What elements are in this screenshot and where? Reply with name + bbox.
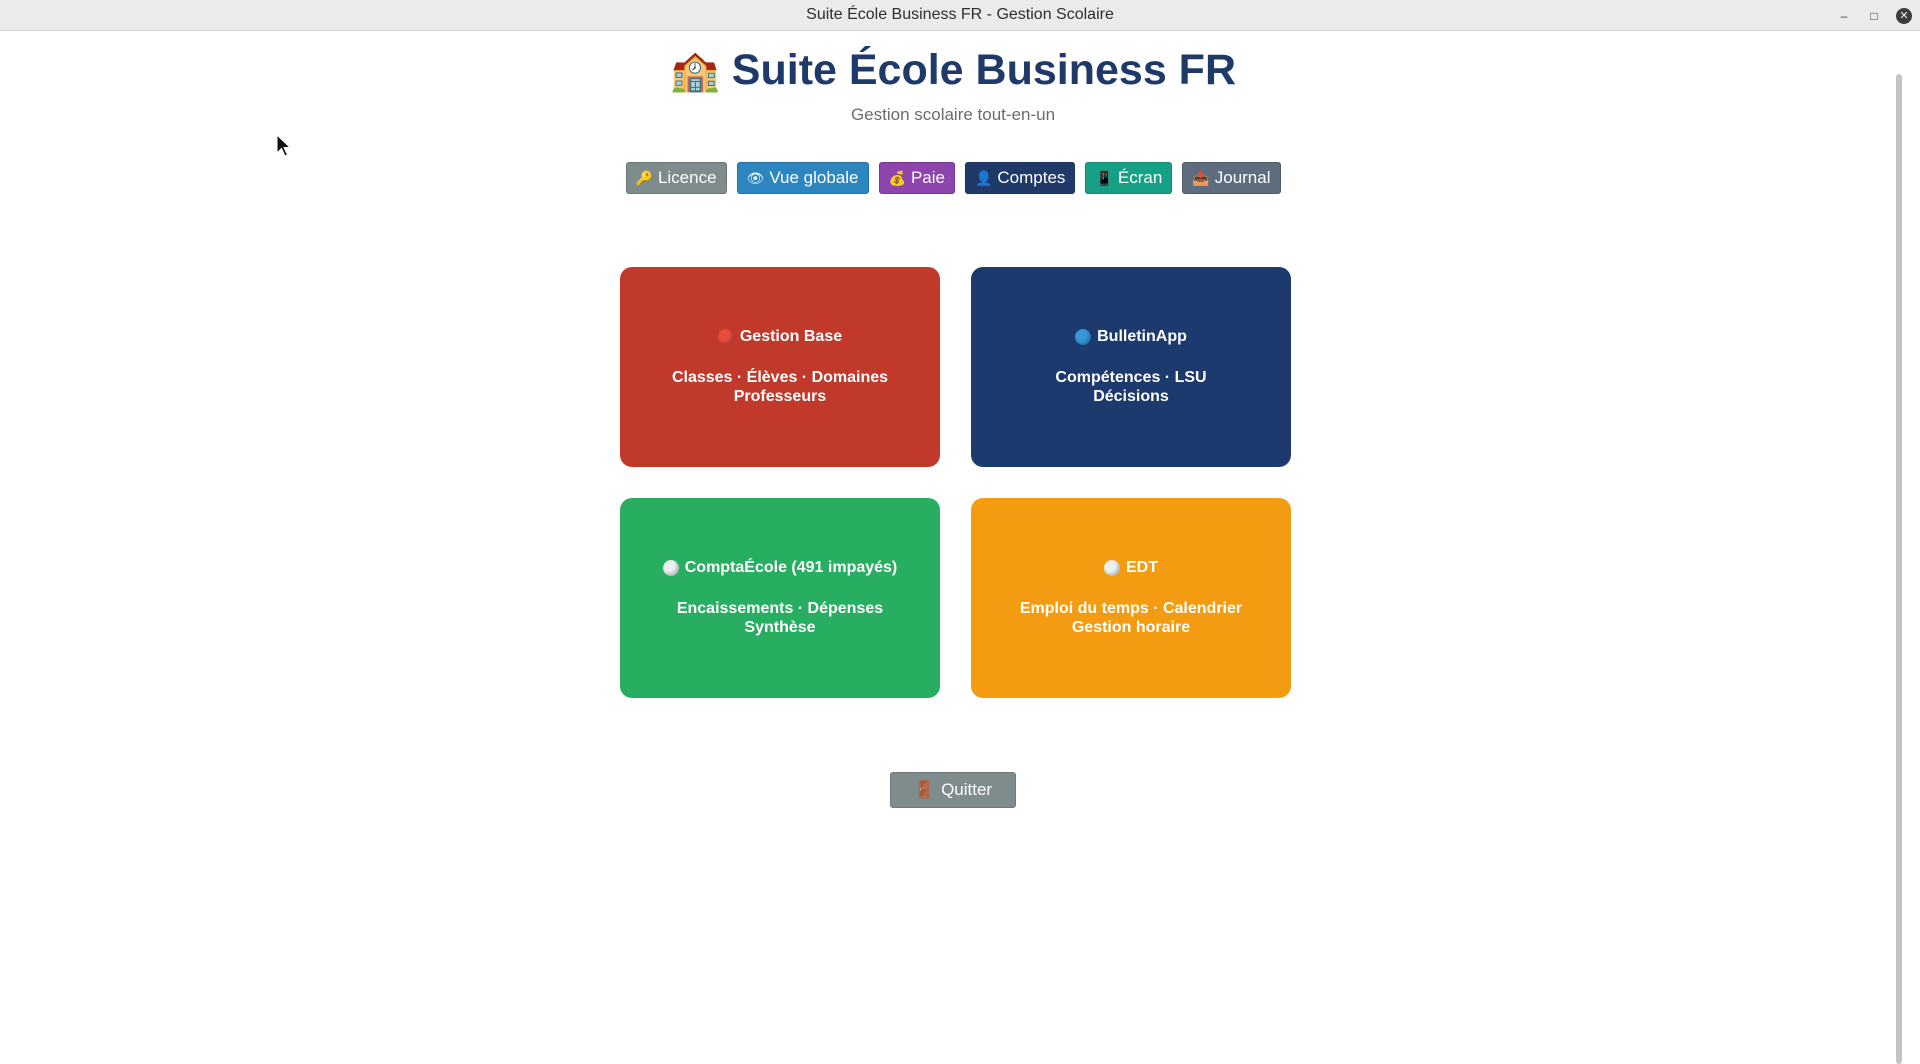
tile-line: Emploi du temps · Calendrier: [1019, 600, 1243, 617]
tile-title-text: BulletinApp: [1097, 328, 1187, 345]
school-icon: 🏫: [669, 49, 720, 93]
ecran-button[interactable]: 📱 Écran: [1085, 162, 1173, 194]
tile-edt[interactable]: EDT Emploi du temps · Calendrier Gestion…: [971, 498, 1291, 698]
window-titlebar: Suite École Business FR - Gestion Scolai…: [0, 0, 1920, 31]
tile-line: Synthèse: [744, 619, 816, 636]
tile-title-text: EDT: [1126, 559, 1158, 576]
tile-description: Classes · Élèves · Domaines Professeurs: [672, 368, 888, 406]
close-icon[interactable]: ✕: [1896, 7, 1912, 24]
tile-line: Professeurs: [733, 388, 827, 405]
tile-line: Gestion horaire: [1071, 619, 1191, 636]
outbox-icon: 📤: [1192, 169, 1210, 186]
header: 🏫 Suite École Business FR Gestion scolai…: [0, 46, 1906, 125]
tile-description: Emploi du temps · Calendrier Gestion hor…: [1020, 599, 1242, 637]
user-icon: 👤: [974, 169, 993, 186]
door-icon: 🚪: [913, 780, 936, 799]
comptes-button[interactable]: 👤 Comptes: [964, 162, 1076, 194]
comptes-button-label: Comptes: [997, 168, 1066, 187]
tile-description: Encaissements · Dépenses Synthèse: [677, 599, 883, 637]
red-circle-icon: [717, 329, 734, 345]
module-tiles: Gestion Base Classes · Élèves · Domaines…: [620, 267, 1291, 698]
money-bag-icon: 💰: [888, 169, 906, 186]
tile-comptaecole-title: ComptaÉcole (491 impayés): [662, 559, 898, 577]
tile-line: Encaissements · Dépenses: [676, 600, 884, 617]
phone-icon: 📱: [1095, 169, 1113, 186]
vue-globale-button-label: Vue globale: [769, 168, 859, 187]
tile-title-text: Gestion Base: [739, 328, 843, 345]
tile-line: Compétences · LSU: [1055, 369, 1207, 386]
ecran-button-label: Écran: [1117, 168, 1163, 187]
mouse-cursor-icon: [276, 134, 292, 157]
window-controls: – □ ✕: [1836, 0, 1912, 31]
vue-globale-button[interactable]: 👁 Vue globale: [736, 162, 869, 194]
tile-gestion-base-title: Gestion Base: [717, 328, 843, 346]
tile-title-text: ComptaÉcole (491 impayés): [684, 559, 898, 576]
tile-bulletinapp-title: BulletinApp: [1075, 328, 1187, 346]
quit-button-label: Quitter: [941, 780, 993, 799]
minimize-icon[interactable]: –: [1836, 8, 1852, 24]
page-title: 🏫 Suite École Business FR: [670, 46, 1236, 95]
tile-line: Décisions: [1093, 388, 1169, 405]
tile-bulletinapp[interactable]: BulletinApp Compétences · LSU Décisions: [971, 267, 1291, 467]
page-title-text: Suite École Business FR: [731, 46, 1236, 94]
window-title: Suite École Business FR - Gestion Scolai…: [806, 6, 1114, 23]
scrollbar[interactable]: [1896, 74, 1902, 1064]
tile-line: Classes · Élèves · Domaines: [671, 369, 889, 386]
paie-button[interactable]: 💰 Paie: [878, 162, 955, 194]
page-subtitle: Gestion scolaire tout-en-un: [850, 105, 1056, 124]
eye-icon: 👁: [746, 169, 765, 186]
quit-button[interactable]: 🚪 Quitter: [889, 772, 1017, 808]
top-nav: 🔑 Licence 👁 Vue globale 💰 Paie 👤 Comptes…: [0, 162, 1906, 194]
tile-comptaecole[interactable]: ComptaÉcole (491 impayés) Encaissements …: [620, 498, 940, 698]
key-icon: 🔑: [635, 169, 653, 186]
journal-button[interactable]: 📤 Journal: [1182, 162, 1281, 194]
maximize-icon[interactable]: □: [1866, 8, 1882, 24]
main-content: 🏫 Suite École Business FR Gestion scolai…: [0, 32, 1906, 1064]
footer: 🚪 Quitter: [0, 772, 1906, 808]
paie-button-label: Paie: [910, 168, 945, 187]
blue-circle-icon: [1075, 329, 1092, 345]
licence-button[interactable]: 🔑 Licence: [625, 162, 727, 194]
tile-edt-title: EDT: [1104, 559, 1158, 577]
white-circle-icon: [1104, 560, 1120, 576]
white-circle-icon: [662, 560, 679, 576]
licence-button-label: Licence: [657, 168, 717, 187]
tile-description: Compétences · LSU Décisions: [1055, 368, 1206, 406]
tile-gestion-base[interactable]: Gestion Base Classes · Élèves · Domaines…: [620, 267, 940, 467]
journal-button-label: Journal: [1214, 168, 1271, 187]
